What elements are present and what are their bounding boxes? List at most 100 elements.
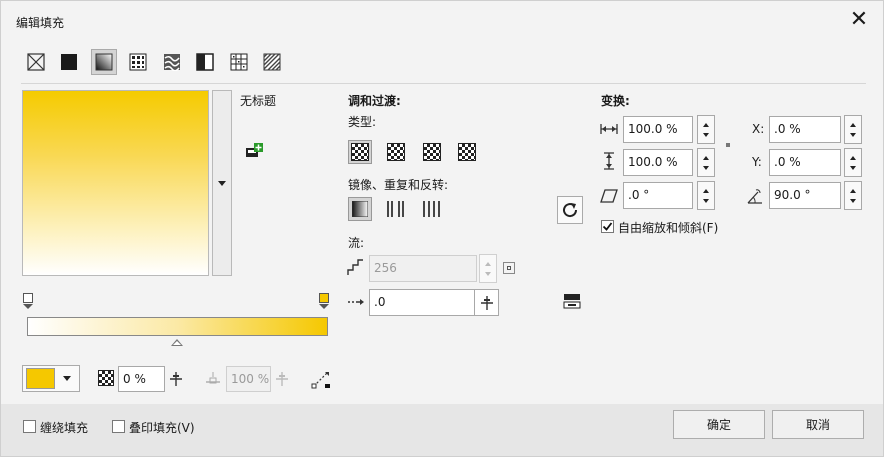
fill-width-spinner[interactable]: [697, 115, 715, 144]
steps-spinner[interactable]: [479, 254, 497, 283]
repeat-fill-button[interactable]: [420, 197, 444, 221]
node-color-swatch: [26, 368, 55, 389]
default-fill-button[interactable]: [348, 197, 372, 221]
node-transparency-input[interactable]: 0 %: [118, 366, 165, 392]
x-offset-label: X:: [752, 122, 765, 136]
free-scale-label: 自由缩放和倾斜(F): [618, 221, 719, 235]
y-offset-input[interactable]: .0 %: [769, 149, 841, 176]
skew-input[interactable]: .0 °: [623, 182, 693, 209]
spin-up-icon: [703, 156, 709, 160]
bitmap-pattern-icon: [164, 54, 180, 71]
spin-up-icon: [850, 123, 856, 127]
postscript-fill-icon: [263, 53, 281, 71]
y-offset-spinner[interactable]: [844, 148, 862, 177]
skew-spinner[interactable]: [697, 181, 715, 210]
two-color-pattern-button[interactable]: [194, 51, 216, 73]
spin-down-icon: [703, 133, 709, 137]
gradient-bar[interactable]: [27, 317, 328, 336]
texture-fill-button[interactable]: [228, 51, 250, 73]
spin-down-icon: [850, 166, 856, 170]
reverse-gradient-icon[interactable]: [309, 366, 333, 392]
rotation-spinner[interactable]: [844, 181, 862, 210]
type-label: 类型:: [348, 115, 377, 129]
y-offset-label: Y:: [752, 155, 762, 169]
postscript-fill-button[interactable]: [261, 51, 283, 73]
node-position-icon: [203, 368, 223, 390]
preset-name: 无标题: [240, 94, 277, 108]
ok-button[interactable]: 确定: [673, 410, 765, 439]
no-fill-icon: [27, 53, 45, 71]
lock-ratio-icon[interactable]: [724, 141, 732, 149]
vector-pattern-icon: [129, 53, 147, 71]
chevron-down-icon: [63, 376, 71, 381]
elliptical-fill-button[interactable]: [384, 140, 408, 164]
flow-label: 流:: [348, 236, 365, 250]
smooth-blend-button[interactable]: [562, 291, 582, 311]
overprint-checkbox[interactable]: [112, 420, 125, 433]
edit-fill-dialog: 编辑填充 ✕ 无标题 0 % 100 % 调和过渡: 类型: 镜像、重复和反转:…: [0, 0, 884, 457]
blend-heading: 调和过渡:: [348, 94, 401, 108]
transparency-slider-icon[interactable]: [165, 366, 187, 392]
fill-height-input[interactable]: 100.0 %: [623, 149, 693, 176]
wrap-fill-checkbox[interactable]: [23, 420, 36, 433]
fill-preview: [22, 90, 209, 276]
toolbar-divider: [21, 83, 866, 84]
chevron-down-icon: [218, 180, 226, 186]
title-bar: 编辑填充 ✕: [1, 1, 883, 39]
rotate-fill-button[interactable]: [557, 196, 583, 224]
fill-picker-dropdown[interactable]: [212, 90, 232, 276]
x-offset-spinner[interactable]: [844, 115, 862, 144]
close-icon[interactable]: ✕: [846, 7, 872, 33]
check-icon: [602, 222, 613, 231]
acceleration-icon: [346, 292, 366, 312]
start-color-node[interactable]: [23, 293, 33, 303]
uniform-fill-button[interactable]: [58, 51, 80, 73]
node-color-button[interactable]: [22, 365, 80, 392]
fill-height-spinner[interactable]: [697, 148, 715, 177]
acceleration-input[interactable]: .0: [369, 289, 475, 316]
texture-fill-icon: [230, 53, 248, 71]
mirror-label: 镜像、重复和反转:: [348, 178, 449, 192]
spin-down-icon: [850, 133, 856, 137]
mirror-fill-button[interactable]: [384, 197, 408, 221]
node-position-input[interactable]: 100 %: [226, 366, 271, 392]
end-color-node[interactable]: [319, 293, 329, 303]
rectangular-fill-button[interactable]: [455, 140, 479, 164]
spin-down-icon: [485, 272, 491, 276]
spin-up-icon: [850, 189, 856, 193]
fill-height-icon: [601, 151, 617, 171]
end-node-arrow: [319, 304, 329, 309]
wrap-fill-label: 缠绕填充: [40, 421, 89, 435]
acceleration-slider-icon[interactable]: [475, 289, 499, 316]
spin-up-icon: [485, 262, 491, 266]
fountain-fill-button[interactable]: [91, 49, 117, 75]
fill-width-icon: [599, 121, 619, 137]
transform-heading: 变换:: [601, 94, 630, 108]
spin-down-icon: [703, 199, 709, 203]
uniform-fill-icon: [61, 54, 77, 70]
spin-up-icon: [703, 123, 709, 127]
fountain-fill-icon: [95, 53, 113, 71]
no-fill-button[interactable]: [25, 51, 47, 73]
spin-up-icon: [703, 189, 709, 193]
midpoint-slider[interactable]: [171, 339, 183, 346]
node-position-slider-icon[interactable]: [271, 366, 293, 392]
refresh-icon: [563, 203, 578, 218]
overprint-label: 叠印填充(V): [129, 421, 195, 435]
skew-icon: [599, 187, 619, 205]
x-offset-input[interactable]: .0 %: [769, 116, 841, 143]
bitmap-pattern-button[interactable]: [161, 51, 183, 73]
conical-fill-button[interactable]: [420, 140, 444, 164]
free-scale-checkbox[interactable]: [601, 220, 614, 233]
vector-pattern-button[interactable]: [127, 51, 149, 73]
spin-down-icon: [703, 166, 709, 170]
cancel-button[interactable]: 取消: [772, 410, 864, 439]
steps-lock-button[interactable]: [503, 262, 515, 274]
save-fill-button[interactable]: [243, 141, 265, 161]
footer-bar: 缠绕填充 叠印填充(V) 确定 取消: [1, 404, 883, 456]
steps-input[interactable]: 256: [369, 255, 477, 282]
linear-fill-button[interactable]: [348, 140, 372, 164]
fill-width-input[interactable]: 100.0 %: [623, 116, 693, 143]
steps-icon: [346, 257, 366, 279]
rotation-input[interactable]: 90.0 °: [769, 182, 841, 209]
